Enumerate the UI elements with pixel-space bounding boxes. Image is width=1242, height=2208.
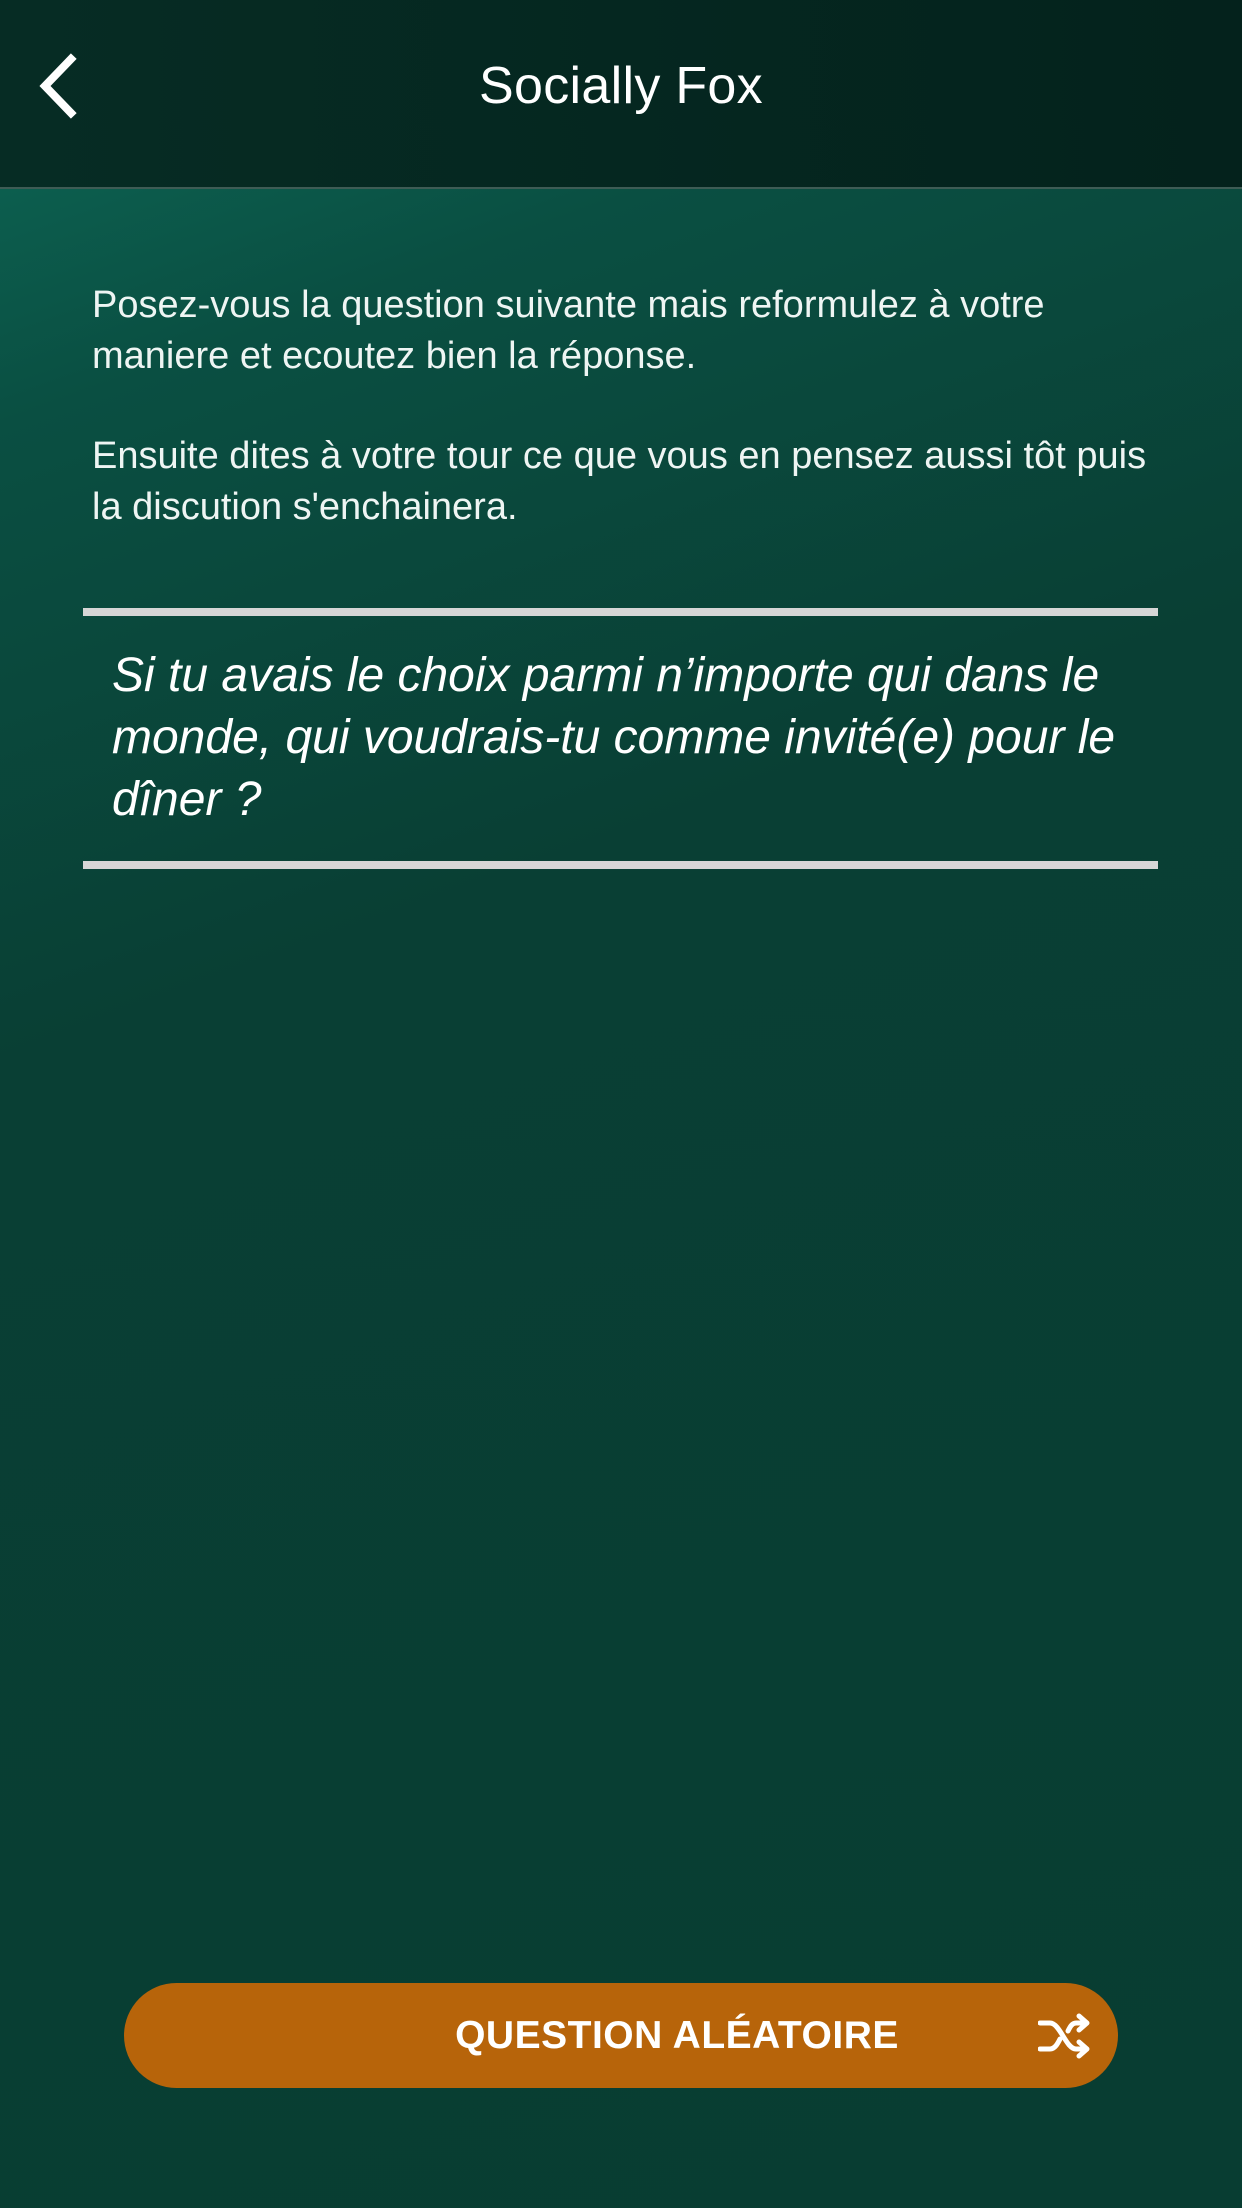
instructions-paragraph-2: Ensuite dites à votre tour ce que vous e… bbox=[92, 435, 1147, 528]
question-divider-top bbox=[83, 608, 1158, 616]
navigation-bar: Socially Fox bbox=[0, 0, 1242, 189]
screen-background: Socially Fox Posez-vous la question suiv… bbox=[0, 0, 1242, 2208]
random-question-button[interactable]: QUESTION ALÉATOIRE bbox=[124, 1983, 1118, 2088]
instructions-paragraph-1: Posez-vous la question suivante mais ref… bbox=[92, 284, 1045, 377]
page-title: Socially Fox bbox=[479, 57, 763, 115]
instructions-text: Posez-vous la question suivante mais ref… bbox=[92, 280, 1172, 582]
random-question-label: QUESTION ALÉATOIRE bbox=[455, 2014, 899, 2057]
question-divider-bottom bbox=[83, 861, 1158, 869]
question-text: Si tu avais le choix parmi n’importe qui… bbox=[112, 649, 1116, 826]
shuffle-icon bbox=[1038, 2013, 1090, 2059]
